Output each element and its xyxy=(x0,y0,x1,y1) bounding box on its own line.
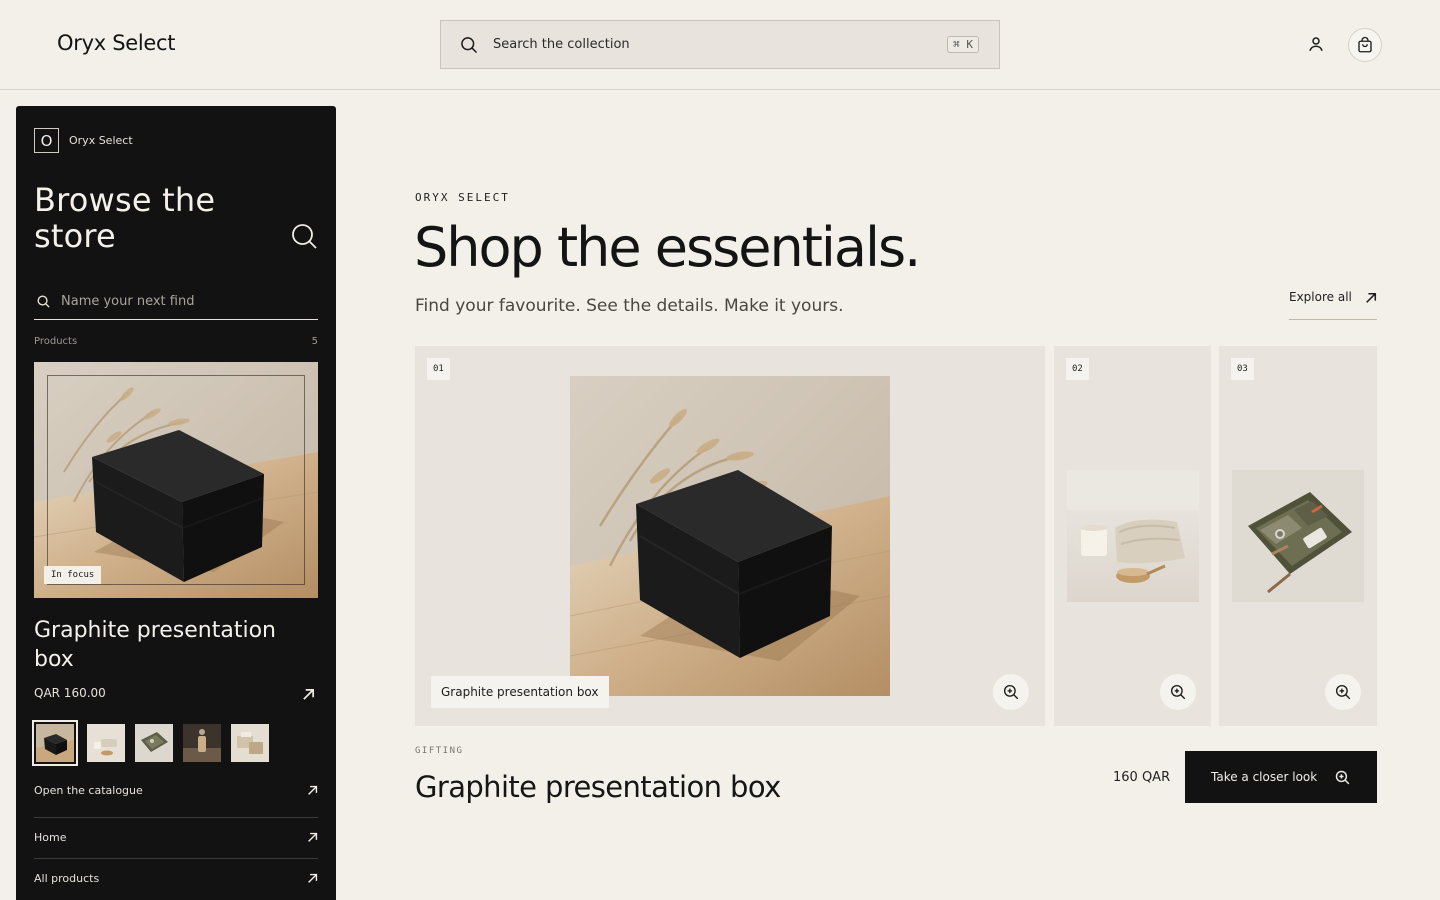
selected-product-price: 160 QAR xyxy=(1113,770,1171,785)
zoom-button[interactable] xyxy=(993,674,1029,710)
thumbnail-presentation-box[interactable] xyxy=(32,720,78,766)
card-number: 02 xyxy=(1066,358,1089,380)
travel-organizer-thumb-image xyxy=(135,724,173,762)
logo-mark: O xyxy=(34,128,59,153)
wooden-object-thumb-image xyxy=(183,724,221,762)
selected-product-title: Graphite presentation box xyxy=(415,770,781,804)
zoom-in-icon xyxy=(1335,770,1350,784)
home-label: Home xyxy=(34,831,67,844)
all-products-link[interactable]: All products xyxy=(34,872,318,885)
page-headline: Shop the essentials. xyxy=(414,216,921,279)
product-card-presentation-box[interactable]: 01 Graphite presentation box xyxy=(415,346,1045,726)
sidebar-search-placeholder: Name your next find xyxy=(61,294,195,309)
sidebar-product-price: QAR 160.00 xyxy=(34,686,106,700)
product-card-travel-organizer[interactable]: 03 xyxy=(1219,346,1377,726)
search-shortcut-badge: ⌘ K xyxy=(947,36,979,53)
open-catalogue-label: Open the catalogue xyxy=(34,784,143,797)
linen-set-thumb-image xyxy=(87,724,125,762)
arrow-up-right-icon xyxy=(308,873,318,883)
linen-set-image xyxy=(1067,470,1199,602)
stationery-thumb-image xyxy=(231,724,269,762)
shopping-bag-icon xyxy=(1358,36,1372,53)
products-label: Products xyxy=(34,336,78,347)
card-number: 01 xyxy=(427,358,450,380)
thumbnail-wooden-object[interactable] xyxy=(183,724,221,762)
products-count-row: Products 5 xyxy=(34,336,318,347)
sidebar-product-image[interactable]: In focus xyxy=(34,362,318,598)
travel-organizer-image xyxy=(1232,470,1364,602)
in-focus-badge: In focus xyxy=(44,566,102,584)
top-header: Oryx Select Search the collection ⌘ K xyxy=(0,0,1440,90)
arrow-up-right-icon xyxy=(308,832,318,842)
zoom-in-icon xyxy=(1003,684,1019,700)
thumbnail-linen-set[interactable] xyxy=(87,724,125,762)
arrow-up-right-icon xyxy=(1366,292,1377,303)
divider xyxy=(34,858,318,859)
cart-button[interactable] xyxy=(1348,28,1382,62)
sidebar-product-name: Graphite presentation box xyxy=(34,618,276,672)
all-products-label: All products xyxy=(34,872,100,885)
take-closer-look-button[interactable]: Take a closer look xyxy=(1185,751,1377,803)
card-number: 03 xyxy=(1231,358,1254,380)
presentation-box-image xyxy=(570,376,890,696)
search-placeholder: Search the collection xyxy=(493,37,630,52)
products-count: 5 xyxy=(311,336,318,347)
sidebar-search-input[interactable]: Name your next find xyxy=(34,284,318,320)
category-label: GIFTING xyxy=(415,746,464,756)
product-card-linen-set[interactable]: 02 xyxy=(1054,346,1211,726)
brand-logo[interactable]: Oryx Select xyxy=(57,31,175,55)
account-button[interactable] xyxy=(1304,32,1328,56)
page-subline: Find your favourite. See the details. Ma… xyxy=(415,296,844,316)
thumbnail-stationery[interactable] xyxy=(231,724,269,762)
arrow-up-right-icon[interactable] xyxy=(302,688,315,701)
sidebar-title: Browse the store xyxy=(34,181,216,255)
divider xyxy=(34,817,318,818)
sidebar-logo[interactable]: O Oryx Select xyxy=(34,128,133,153)
section-eyebrow: ORYX SELECT xyxy=(415,191,510,204)
user-icon xyxy=(1309,37,1323,51)
home-link[interactable]: Home xyxy=(34,831,318,844)
zoom-button[interactable] xyxy=(1325,674,1361,710)
browse-sidebar: O Oryx Select Browse the store Name your… xyxy=(16,106,336,900)
explore-all-link[interactable]: Explore all xyxy=(1289,290,1377,320)
presentation-box-thumb-image xyxy=(36,724,74,762)
search-icon xyxy=(461,36,478,53)
sidebar-brand-name: Oryx Select xyxy=(69,134,133,147)
zoom-in-icon xyxy=(1335,684,1351,700)
explore-all-label: Explore all xyxy=(1289,290,1352,304)
focus-frame xyxy=(47,375,305,585)
card-caption: Graphite presentation box xyxy=(431,676,609,708)
thumbnail-travel-organizer[interactable] xyxy=(135,724,173,762)
zoom-button[interactable] xyxy=(1160,674,1196,710)
search-bar[interactable]: Search the collection ⌘ K xyxy=(440,20,1000,69)
product-thumbnails xyxy=(32,720,269,766)
zoom-in-icon xyxy=(1170,684,1186,700)
take-closer-look-label: Take a closer look xyxy=(1211,770,1318,784)
open-catalogue-link[interactable]: Open the catalogue xyxy=(34,784,318,797)
search-icon[interactable] xyxy=(290,222,318,250)
arrow-up-right-icon xyxy=(308,785,318,795)
search-icon xyxy=(37,295,50,308)
